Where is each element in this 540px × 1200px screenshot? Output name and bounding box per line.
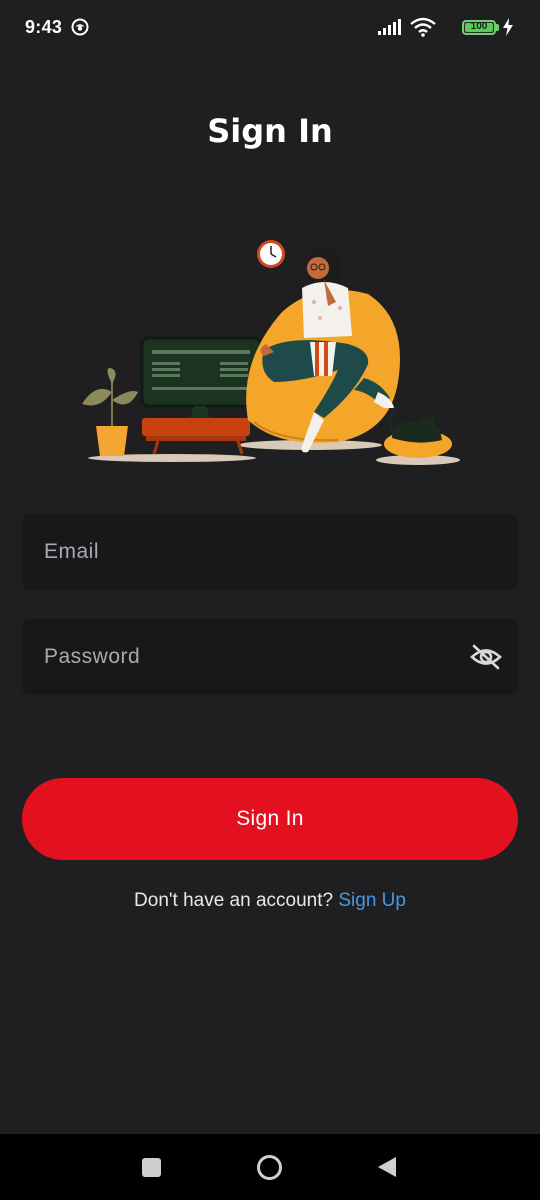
battery-icon: 100 xyxy=(462,20,496,35)
signup-prompt-text: Don't have an account? xyxy=(134,890,339,911)
tv-icon xyxy=(140,336,262,455)
email-input[interactable] xyxy=(44,514,464,590)
status-time: 9:43 xyxy=(25,17,63,37)
signal-icon xyxy=(378,19,401,35)
sign-up-link[interactable]: Sign Up xyxy=(338,890,406,911)
status-icons: 100 xyxy=(374,16,514,38)
system-navigation-bar xyxy=(0,1134,540,1200)
battery-cap xyxy=(496,24,499,31)
clock-icon xyxy=(257,240,285,268)
back-icon[interactable] xyxy=(377,1156,397,1178)
app-notification-icon xyxy=(71,18,89,36)
battery-level: 100 xyxy=(470,21,488,32)
status-bar: 9:43 100 xyxy=(0,0,540,54)
home-icon[interactable] xyxy=(256,1154,283,1181)
page-title: Sign In xyxy=(207,112,333,150)
password-field[interactable] xyxy=(22,619,518,695)
sign-in-button[interactable]: Sign In xyxy=(22,778,518,860)
signup-prompt-row: Don't have an account? Sign Up xyxy=(0,890,540,912)
plant-icon xyxy=(82,368,138,456)
password-input[interactable] xyxy=(44,619,464,695)
charging-bolt-icon xyxy=(503,18,513,36)
cat-icon xyxy=(384,404,452,458)
wifi-icon xyxy=(410,17,436,37)
email-field[interactable] xyxy=(22,514,518,590)
sign-in-screen: 9:43 100 Sign In Email Sign In Don't hav… xyxy=(0,0,540,1200)
eye-off-icon[interactable] xyxy=(470,643,502,671)
illustration-woman-watching-tv xyxy=(82,240,460,465)
recent-apps-icon[interactable] xyxy=(142,1158,161,1177)
